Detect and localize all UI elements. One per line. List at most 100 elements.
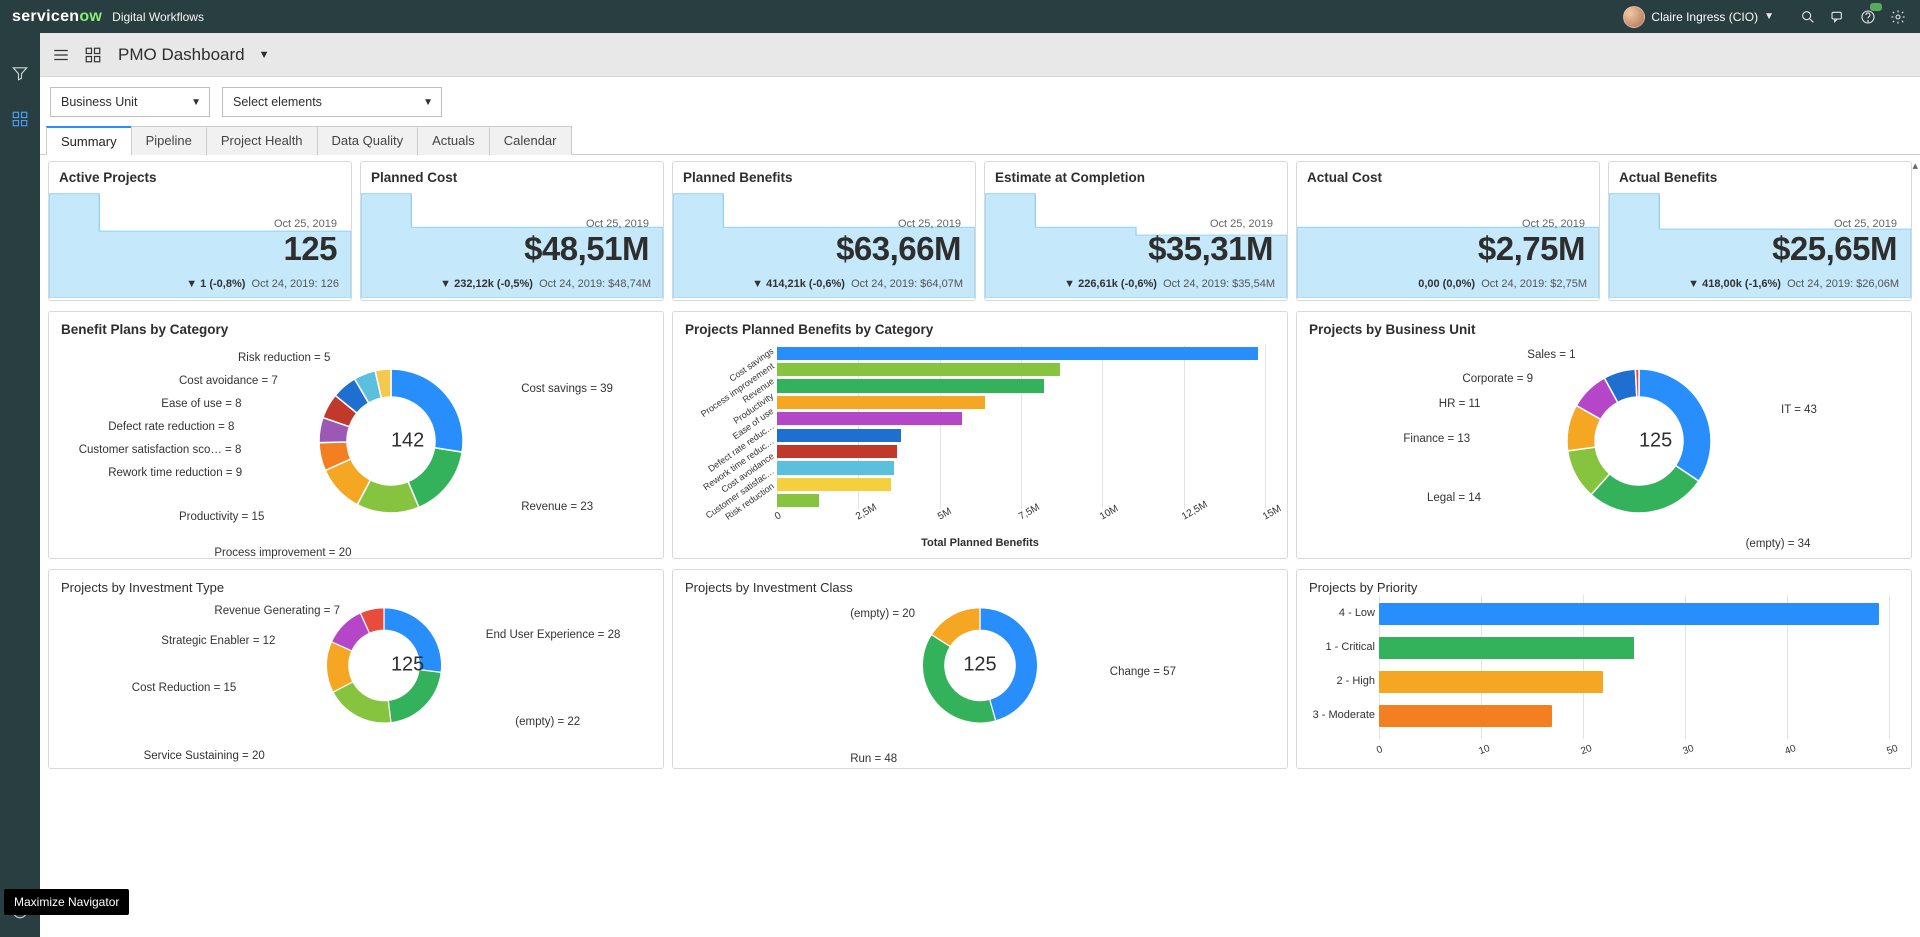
help-icon[interactable]	[1858, 7, 1878, 27]
chart-title: Projects by Investment Type	[61, 580, 651, 595]
kpi-card[interactable]: Planned Cost Oct 25, 2019 $48,51M ▼ 232,…	[360, 161, 664, 301]
chart-title: Projects by Investment Class	[685, 580, 1275, 595]
bar[interactable]	[777, 445, 897, 458]
kpi-date: Oct 25, 2019	[274, 218, 337, 230]
kpi-card[interactable]: Actual Cost Oct 25, 2019 $2,75M 0,00 (0,…	[1296, 161, 1600, 301]
x-axis-title: Total Planned Benefits	[685, 537, 1275, 549]
tab-pipeline[interactable]: Pipeline	[131, 126, 207, 155]
tab-bar: SummaryPipelineProject HealthData Qualit…	[40, 125, 1920, 155]
donut-label: Customer satisfaction sco… = 8	[79, 444, 242, 456]
donut-label: Strategic Enabler = 12	[161, 635, 275, 647]
dashboard-icon[interactable]	[8, 107, 32, 131]
donut-label: Process improvement = 20	[214, 547, 351, 559]
planned-benefits-card: Projects Planned Benefits by Category Co…	[672, 311, 1288, 559]
kpi-value: $2,75M	[1478, 230, 1585, 268]
kpi-card[interactable]: Estimate at Completion Oct 25, 2019 $35,…	[984, 161, 1288, 301]
tooltip: Maximize Navigator	[4, 889, 129, 915]
donut-label: Productivity = 15	[179, 511, 264, 523]
chart-title: Benefit Plans by Category	[61, 322, 651, 337]
projects-by-inv-class-card: Projects by Investment Class 125Change =…	[672, 569, 1288, 769]
kpi-date: Oct 25, 2019	[586, 218, 649, 230]
user-name[interactable]: Claire Ingress (CIO)	[1651, 10, 1758, 24]
tab-data-quality[interactable]: Data Quality	[317, 126, 419, 155]
elements-select[interactable]: Select elements▼	[222, 87, 442, 117]
content-area: ▴ Active Projects Oct 25, 2019 125 ▼ 1 (…	[40, 155, 1920, 937]
tab-project-health[interactable]: Project Health	[206, 126, 318, 155]
bar[interactable]	[777, 478, 891, 491]
bar[interactable]	[1379, 705, 1552, 727]
filter-icon[interactable]	[8, 61, 32, 85]
kpi-delta: ▼ 232,12k (-0,5%) Oct 24, 2019: $48,74M	[440, 278, 651, 290]
kpi-date: Oct 25, 2019	[1834, 218, 1897, 230]
kpi-delta: ▼ 418,00k (-1,6%) Oct 24, 2019: $26,06M	[1688, 278, 1899, 290]
donut-center-value: 125	[1639, 430, 1672, 453]
bar[interactable]	[777, 347, 1258, 360]
page-header: PMO Dashboard ▼	[40, 33, 1920, 77]
kpi-date: Oct 25, 2019	[1522, 218, 1585, 230]
bar[interactable]	[777, 461, 894, 474]
avatar[interactable]	[1623, 6, 1645, 28]
bar[interactable]	[1379, 637, 1634, 659]
brand-logo: servicenow	[12, 8, 102, 26]
donut-label: Rework time reduction = 9	[108, 467, 242, 479]
donut-label: End User Experience = 28	[486, 629, 621, 641]
donut-label: Defect rate reduction = 8	[108, 421, 234, 433]
benefit-plans-card: Benefit Plans by Category 142Cost saving…	[48, 311, 664, 559]
settings-icon[interactable]	[1888, 7, 1908, 27]
kpi-value: $35,31M	[1148, 230, 1273, 268]
kpi-delta: 0,00 (0,0%) Oct 24, 2019: $2,75M	[1418, 278, 1587, 290]
bar[interactable]	[777, 494, 819, 507]
kpi-card[interactable]: Planned Benefits Oct 25, 2019 $63,66M ▼ …	[672, 161, 976, 301]
kpi-date: Oct 25, 2019	[1210, 218, 1273, 230]
donut-label: Corporate = 9	[1462, 373, 1533, 385]
donut-label: Cost avoidance = 7	[179, 375, 278, 387]
chart-title: Projects by Business Unit	[1309, 322, 1899, 337]
bar[interactable]	[777, 379, 1044, 392]
bar[interactable]	[777, 363, 1060, 376]
projects-by-inv-type-card: Projects by Investment Type 125 End User …	[48, 569, 664, 769]
donut-label: (empty) = 20	[850, 608, 915, 620]
projects-by-priority-card: Projects by Priority 4 - Low1 - Critical…	[1296, 569, 1912, 769]
donut-center-value: 125	[963, 654, 996, 677]
y-axis-label: 4 - Low	[1339, 607, 1375, 619]
grid-icon[interactable]	[82, 44, 104, 66]
y-axis-label: 2 - High	[1336, 675, 1375, 687]
top-banner: servicenow Digital Workflows Claire Ingr…	[0, 0, 1920, 33]
tab-summary[interactable]: Summary	[46, 126, 132, 155]
business-unit-select[interactable]: Business Unit▼	[50, 87, 210, 117]
donut-center-value: 142	[391, 430, 424, 453]
scroll-up-icon[interactable]: ▴	[1912, 159, 1918, 172]
search-icon[interactable]	[1798, 7, 1818, 27]
bar[interactable]	[1379, 603, 1879, 625]
tab-actuals[interactable]: Actuals	[417, 126, 490, 155]
donut-label: Revenue Generating = 7	[214, 605, 340, 617]
kpi-delta: ▼ 226,61k (-0,6%) Oct 24, 2019: $35,54M	[1064, 278, 1275, 290]
menu-icon[interactable]	[50, 44, 72, 66]
donut-label: Cost Reduction = 15	[132, 682, 237, 694]
kpi-card[interactable]: Active Projects Oct 25, 2019 125 ▼ 1 (-0…	[48, 161, 352, 301]
kpi-value: $25,65M	[1772, 230, 1897, 268]
bar[interactable]	[777, 396, 985, 409]
page-title-dropdown-icon[interactable]: ▼	[259, 49, 270, 61]
kpi-delta: ▼ 1 (-0,8%) Oct 24, 2019: 126	[186, 278, 339, 290]
donut-label: Sales = 1	[1527, 349, 1575, 361]
chat-icon[interactable]	[1828, 7, 1848, 27]
donut-label: IT = 43	[1781, 404, 1817, 416]
donut-center-value: 125	[391, 654, 424, 677]
projects-by-bu-card: Projects by Business Unit 125IT = 43(emp…	[1296, 311, 1912, 559]
donut-label: Service Sustaining = 20	[144, 750, 265, 762]
kpi-card[interactable]: Actual Benefits Oct 25, 2019 $25,65M ▼ 4…	[1608, 161, 1912, 301]
donut-label: (empty) = 22	[515, 716, 580, 728]
tab-calendar[interactable]: Calendar	[489, 126, 572, 155]
donut-label: HR = 11	[1439, 398, 1481, 410]
kpi-value: 125	[283, 230, 337, 268]
kpi-value: $63,66M	[836, 230, 961, 268]
page-title: PMO Dashboard	[118, 45, 245, 65]
brand-subtitle: Digital Workflows	[112, 10, 204, 24]
donut-label: Ease of use = 8	[161, 398, 241, 410]
kpi-date: Oct 25, 2019	[898, 218, 961, 230]
user-menu-chevron-icon[interactable]: ▼	[1764, 11, 1774, 22]
bar[interactable]	[777, 412, 962, 425]
bar[interactable]	[777, 429, 901, 442]
bar[interactable]	[1379, 671, 1603, 693]
